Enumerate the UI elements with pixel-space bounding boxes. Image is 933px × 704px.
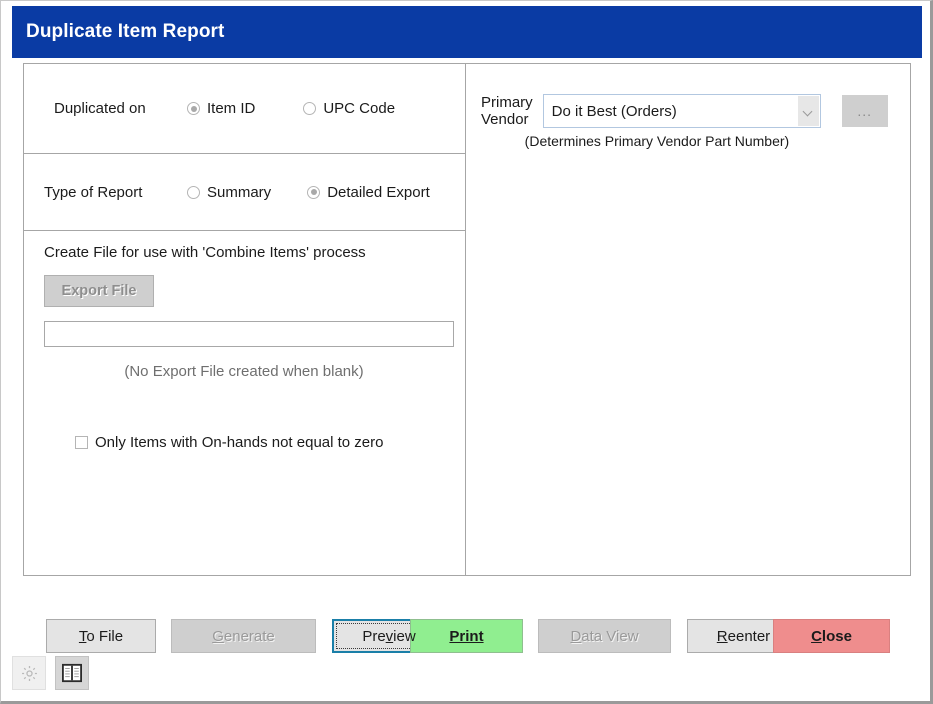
- radio-detailed-export-label: Detailed Export: [327, 183, 430, 201]
- generate-button[interactable]: Generate: [171, 619, 316, 653]
- radio-upc-code-mark: [303, 102, 317, 115]
- action-button-bar: To File Generate Preview Print Data View…: [46, 619, 896, 653]
- radio-upc-code-label: UPC Code: [323, 100, 396, 117]
- print-button[interactable]: Print: [410, 619, 523, 653]
- export-file-hint: (No Export File created when blank): [124, 363, 364, 380]
- radio-detailed-export-mark: [307, 185, 321, 199]
- primary-vendor-combobox[interactable]: Do it Best (Orders): [542, 94, 821, 128]
- right-options-panel: Primary Vendor Do it Best (Orders) (Dete…: [467, 64, 910, 575]
- duplicated-on-label: Duplicated on: [54, 100, 146, 117]
- radio-upc-code[interactable]: UPC Code: [303, 100, 395, 117]
- close-button[interactable]: Close: [773, 619, 890, 653]
- book-icon: [62, 663, 82, 683]
- only-items-onhand-label: Only Items with On-hands not equal to ze…: [95, 434, 384, 451]
- primary-vendor-label: Primary Vendor: [481, 94, 533, 128]
- duplicated-on-section: Duplicated on Item ID UPC Code: [24, 64, 465, 154]
- to-file-button[interactable]: To File: [46, 619, 156, 653]
- chevron-down-icon[interactable]: [797, 96, 819, 126]
- duplicate-item-report-window: Duplicate Item Report Duplicated on Item…: [0, 0, 933, 704]
- type-of-report-label: Type of Report: [44, 183, 143, 201]
- primary-vendor-browse-button[interactable]: ...: [841, 95, 888, 127]
- radio-summary-mark: [187, 185, 200, 199]
- radio-summary-label: Summary: [207, 183, 272, 201]
- settings-button[interactable]: [12, 656, 46, 690]
- window-title-bar: Duplicate Item Report: [12, 6, 922, 58]
- radio-detailed-export[interactable]: Detailed Export: [307, 184, 430, 201]
- left-options-panel: Duplicated on Item ID UPC Code Type of R…: [24, 64, 466, 575]
- only-items-onhand-checkbox-mark: [75, 436, 88, 449]
- radio-item-id[interactable]: Item ID: [187, 100, 255, 117]
- primary-vendor-value: Do it Best (Orders): [551, 102, 677, 120]
- utility-icon-bar: [12, 656, 89, 690]
- gear-icon: [21, 665, 37, 681]
- type-of-report-section: Type of Report Summary Detailed Export: [24, 154, 465, 231]
- data-view-button[interactable]: Data View: [538, 619, 671, 653]
- primary-vendor-hint: (Determines Primary Vendor Part Number): [524, 133, 790, 149]
- export-file-path-input[interactable]: [44, 321, 454, 347]
- radio-item-id-mark: [187, 102, 200, 115]
- content-frame: Duplicated on Item ID UPC Code Type of R…: [23, 63, 911, 576]
- primary-vendor-label-line1: Primary: [481, 94, 533, 111]
- page-title: Duplicate Item Report: [26, 21, 225, 42]
- only-items-onhand-checkbox[interactable]: Only Items with On-hands not equal to ze…: [75, 434, 465, 451]
- export-file-section: Create File for use with 'Combine Items'…: [24, 231, 465, 574]
- radio-summary[interactable]: Summary: [187, 184, 271, 201]
- notes-button[interactable]: [55, 656, 89, 690]
- export-heading: Create File for use with 'Combine Items'…: [44, 244, 366, 261]
- primary-vendor-label-line2: Vendor: [481, 111, 529, 128]
- export-file-button[interactable]: Export File: [44, 275, 154, 307]
- radio-item-id-label: Item ID: [207, 100, 256, 117]
